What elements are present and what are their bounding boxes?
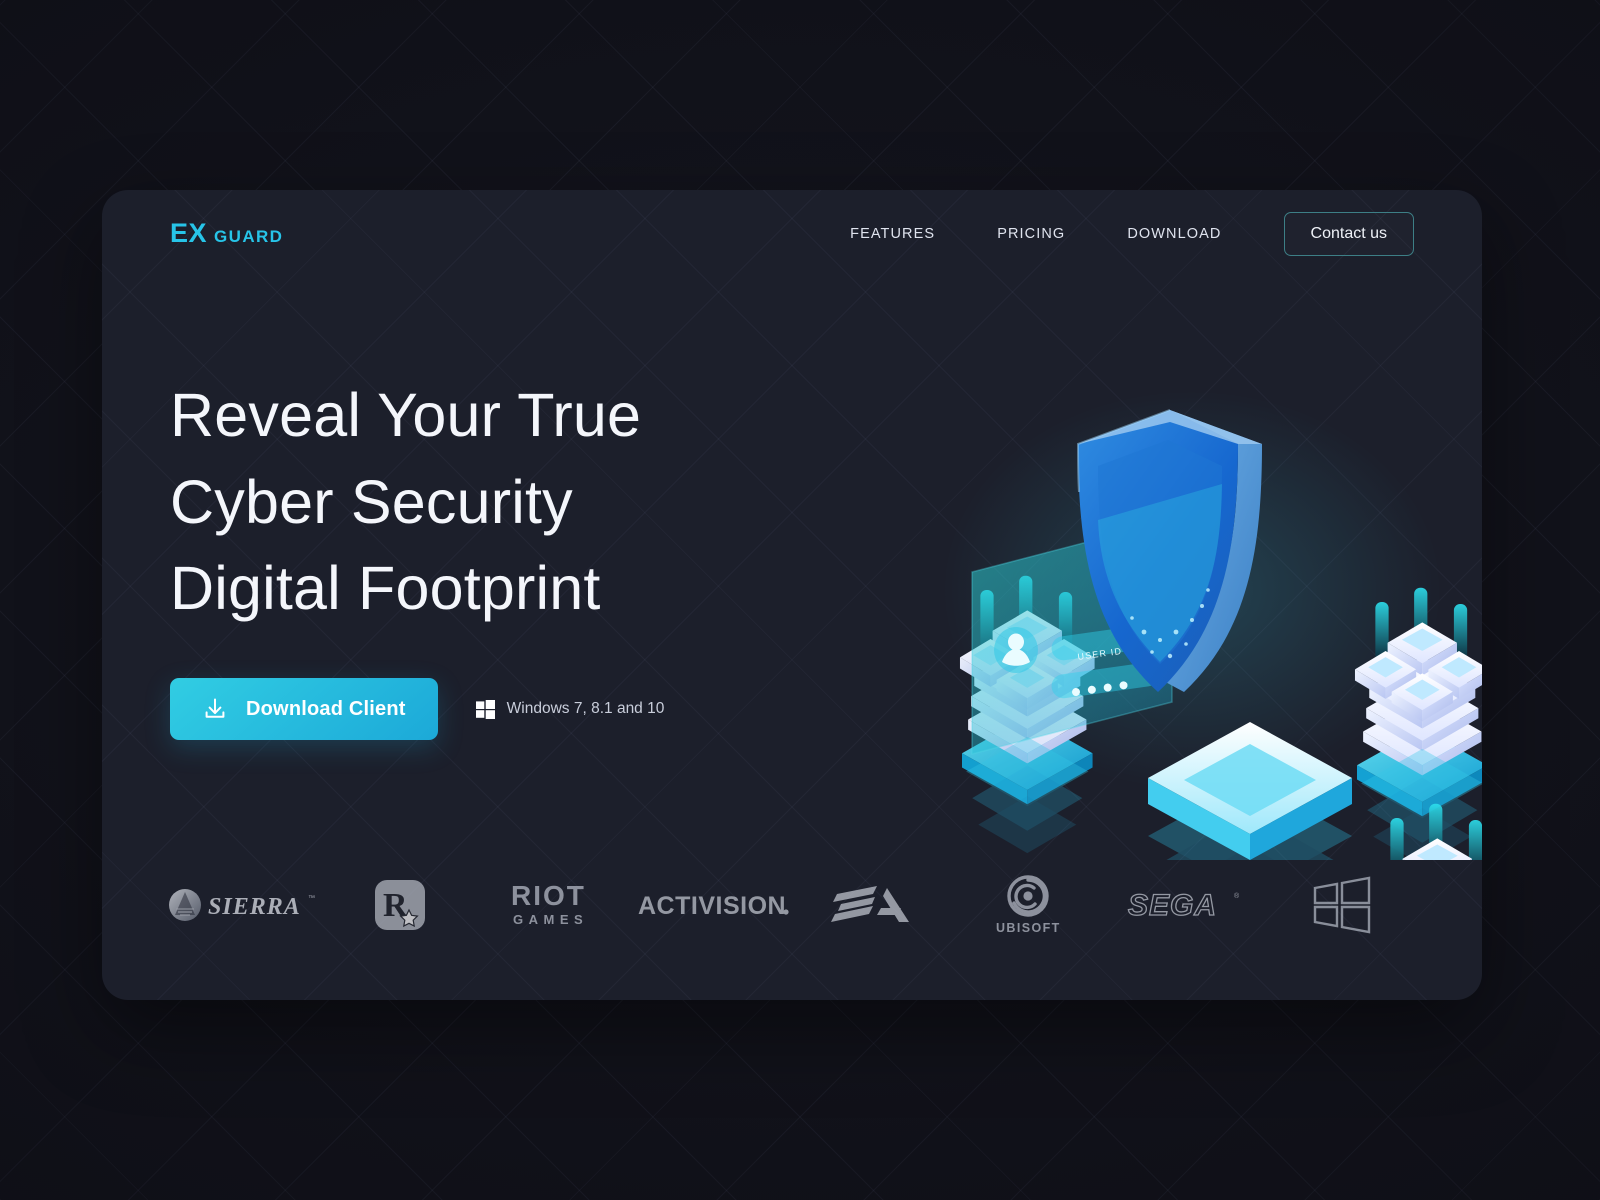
download-client-label: Download Client	[246, 697, 406, 720]
svg-text:UBISOFT: UBISOFT	[996, 921, 1061, 935]
cta-row: Download Client Windows 7, 8.1 and 10	[170, 678, 664, 740]
svg-text:™: ™	[308, 895, 315, 902]
svg-text:GAMES: GAMES	[513, 912, 588, 927]
headline-line-3: Digital Footprint	[170, 554, 601, 623]
partner-logo-sega[interactable]: SEGA ®	[1106, 887, 1263, 923]
os-support-note: Windows 7, 8.1 and 10	[475, 699, 665, 719]
site-header: EX GUARD FEATURES PRICING DOWNLOAD Conta…	[102, 190, 1482, 296]
os-support-label: Windows 7, 8.1 and 10	[506, 700, 665, 717]
page-title: Reveal Your True Cyber Security Digital …	[170, 372, 790, 632]
download-icon	[202, 696, 228, 722]
nav-item-features[interactable]: FEATURES	[850, 226, 935, 242]
partner-logo-ubisoft[interactable]: UBISOFT	[949, 872, 1106, 938]
nav-item-download[interactable]: DOWNLOAD	[1127, 226, 1221, 242]
contact-us-button[interactable]: Contact us	[1283, 212, 1414, 256]
brand-logo[interactable]: EX GUARD	[170, 218, 283, 249]
user-avatar-icon	[994, 627, 1038, 673]
partner-logo-windows[interactable]	[1263, 876, 1420, 934]
windows-icon	[475, 699, 495, 719]
svg-text:SIERRA: SIERRA	[208, 894, 301, 920]
svg-text:ACTIVISION: ACTIVISION	[638, 892, 786, 920]
partner-logo-riot-games[interactable]: RIOT GAMES	[478, 879, 635, 931]
hero-illustration: USER ID	[902, 340, 1482, 1000]
partner-logo-sierra[interactable]: SIERRA ™	[164, 887, 321, 923]
partner-logo-activision[interactable]: ACTIVISION	[635, 888, 792, 922]
headline-line-2: Cyber Security	[170, 467, 573, 536]
svg-text:RIOT: RIOT	[511, 880, 586, 911]
landing-page: EX GUARD FEATURES PRICING DOWNLOAD Conta…	[0, 0, 1600, 1200]
nav-item-pricing[interactable]: PRICING	[997, 226, 1065, 242]
headline-line-1: Reveal Your True	[170, 381, 642, 449]
hero-text-block: Reveal Your True Cyber Security Digital …	[170, 372, 790, 632]
partner-logo-rockstar[interactable]: R	[321, 878, 478, 932]
download-client-button[interactable]: Download Client	[170, 678, 438, 740]
main-navigation: FEATURES PRICING DOWNLOAD Contact us	[850, 212, 1414, 256]
partner-logo-ea[interactable]	[792, 882, 949, 928]
svg-text:SEGA: SEGA	[1128, 889, 1217, 922]
partner-logo-strip: SIERRA ™ R RIOT GAMES ACTIVISION UBISOFT…	[102, 872, 1482, 938]
svg-text:®: ®	[1234, 892, 1240, 900]
hero-card: EX GUARD FEATURES PRICING DOWNLOAD Conta…	[102, 190, 1482, 1000]
brand-logo-primary: EX	[170, 218, 208, 248]
brand-logo-secondary: GUARD	[214, 227, 284, 246]
